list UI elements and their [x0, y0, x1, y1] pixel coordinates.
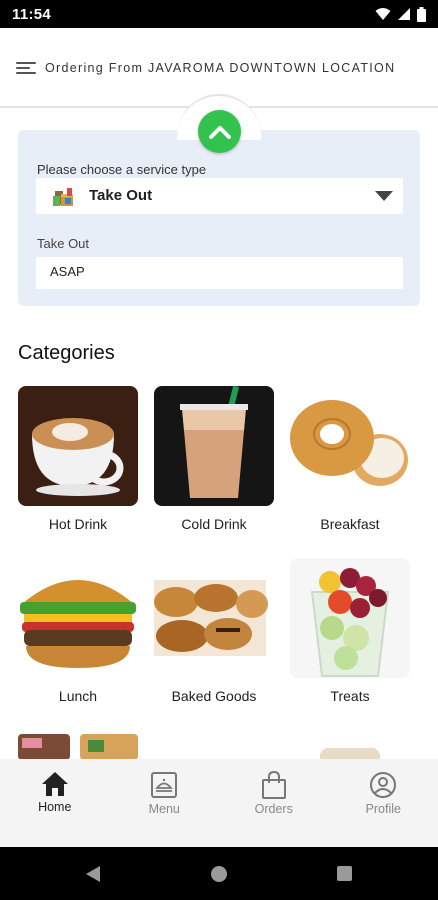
chevron-up-icon	[208, 125, 231, 139]
tab-label: Profile	[365, 802, 401, 816]
category-card-cold-drink[interactable]: Cold Drink	[154, 386, 274, 532]
breakfast-image	[290, 386, 410, 506]
tab-profile[interactable]: Profile	[329, 759, 438, 847]
category-label: Hot Drink	[48, 516, 108, 532]
service-type-value: Take Out	[89, 187, 153, 204]
recent-apps-button[interactable]	[337, 866, 352, 881]
tab-orders[interactable]: Orders	[219, 759, 329, 847]
pickup-time-field[interactable]: ASAP	[36, 257, 403, 289]
categories-heading: Categories	[18, 342, 115, 364]
hot-drink-image	[18, 386, 138, 506]
category-label: Treats	[330, 688, 370, 704]
profile-icon	[370, 772, 397, 798]
battery-icon	[417, 6, 426, 22]
category-card-lunch[interactable]: Lunch	[18, 558, 138, 704]
location-title[interactable]: Ordering From JAVAROMA DOWNTOWN LOCATION	[45, 61, 395, 75]
category-label: Baked Goods	[171, 688, 257, 704]
lunch-image	[18, 558, 138, 678]
pickup-time-label: Take Out	[37, 236, 90, 251]
category-card-hot-drink[interactable]: Hot Drink	[18, 386, 138, 532]
status-icons	[375, 6, 426, 22]
tab-label: Orders	[254, 802, 293, 816]
collapse-panel-button[interactable]	[198, 110, 241, 153]
takeout-bag-icon	[53, 188, 73, 206]
dropdown-caret-icon	[375, 191, 393, 201]
category-card-baked-goods[interactable]: Baked Goods	[154, 558, 274, 704]
back-icon[interactable]	[86, 866, 100, 882]
hamburger-menu-icon[interactable]	[16, 62, 36, 76]
service-type-select[interactable]: Take Out	[36, 178, 403, 214]
signal-icon	[398, 8, 410, 20]
tab-menu[interactable]: Menu	[110, 759, 220, 847]
category-card-breakfast[interactable]: Breakfast	[290, 386, 410, 532]
cold-drink-image	[154, 386, 274, 506]
home-icon	[41, 772, 68, 796]
tab-label: Menu	[148, 802, 180, 816]
service-type-label: Please choose a service type	[37, 162, 207, 177]
baked-goods-image	[154, 558, 274, 678]
status-time: 11:54	[12, 5, 52, 23]
tab-label: Home	[38, 800, 72, 814]
wifi-icon	[375, 8, 391, 20]
service-type-panel: Please choose a service type Take Out Ta…	[18, 130, 420, 306]
category-card-partial[interactable]	[18, 730, 138, 760]
shopping-bag-icon	[261, 771, 286, 799]
tab-home[interactable]: Home	[0, 759, 110, 847]
home-button[interactable]	[211, 866, 227, 882]
treats-image	[290, 558, 410, 678]
category-card-treats[interactable]: Treats	[290, 558, 410, 704]
category-label: Cold Drink	[181, 516, 247, 532]
category-label: Lunch	[58, 688, 98, 704]
category-label: Breakfast	[320, 516, 380, 532]
status-bar: 11:54	[0, 0, 438, 28]
bottom-tab-bar: Home Menu Orders Profile	[0, 759, 438, 847]
menu-box-icon	[151, 772, 178, 798]
system-navigation-bar	[0, 847, 438, 900]
